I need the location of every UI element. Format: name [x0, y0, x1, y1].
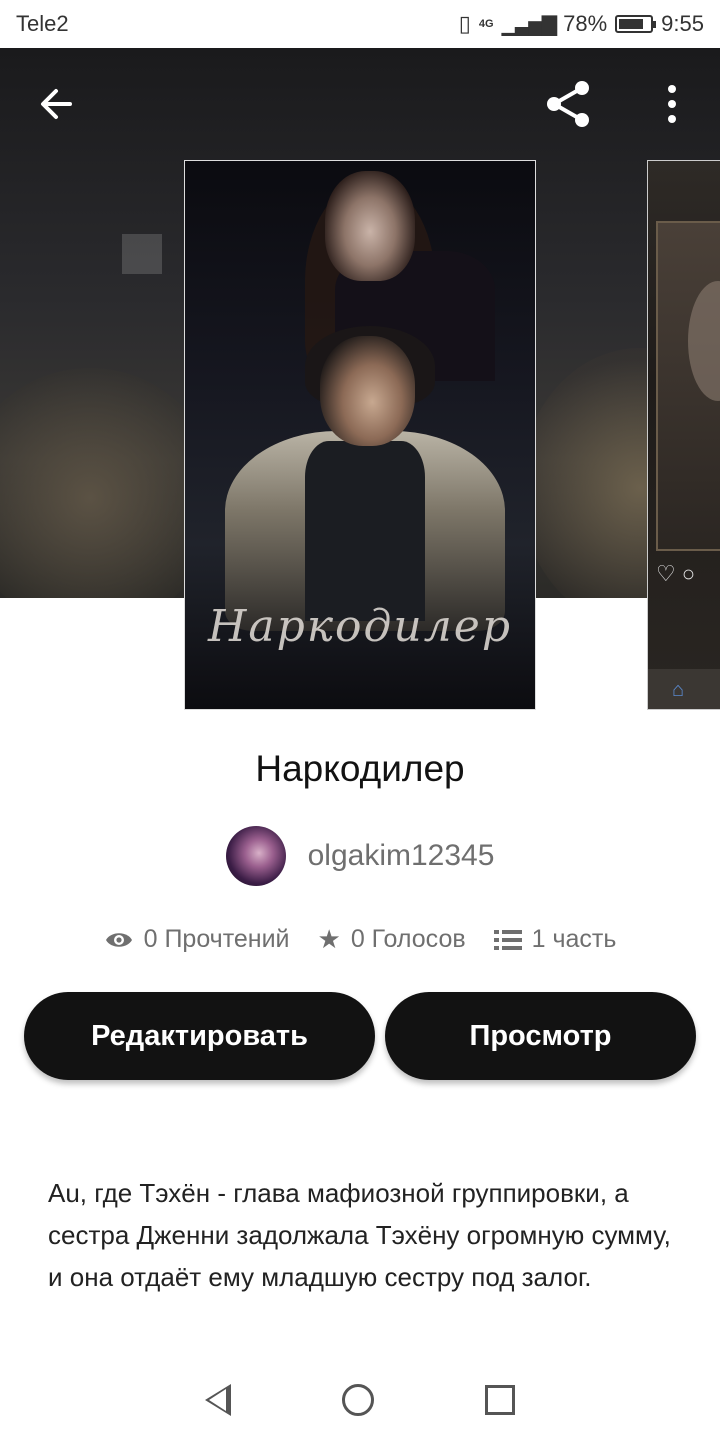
story-stats: 0 Прочтений ★ 0 Голосов 1 часть: [0, 924, 720, 955]
nav-recents-icon[interactable]: [484, 1385, 515, 1415]
battery-icon: [615, 15, 657, 33]
eye-icon: [105, 932, 132, 947]
cover-title-art: Наркодилер: [208, 601, 512, 652]
share-icon: [547, 81, 589, 127]
clock: 9:55: [661, 11, 704, 36]
view-button[interactable]: Просмотр: [385, 992, 696, 1080]
network-type: 4G: [478, 18, 494, 30]
parts-count: 1 часть: [531, 925, 617, 953]
votes-count: 0 Голосов: [350, 925, 466, 953]
status-bar: Tele2 ▯ 4G ▁▃▅▇ 78% 9:55: [0, 0, 720, 48]
cover-figure-vest: [305, 441, 425, 621]
reads-count: 0 Прочтений: [143, 925, 290, 953]
story-cover[interactable]: Наркодилер: [184, 160, 536, 710]
votes-stat: ★ 0 Голосов: [318, 924, 466, 955]
list-icon: [493, 929, 522, 950]
battery-percent: 78%: [563, 11, 608, 36]
home-icon: ⌂: [648, 669, 720, 709]
edit-button[interactable]: Редактировать: [24, 992, 375, 1080]
avatar[interactable]: [225, 826, 286, 886]
back-button[interactable]: [28, 72, 84, 136]
hero-blur-square: [122, 234, 162, 274]
status-icons: ▯ 4G ▁▃▅▇ 78% 9:55: [459, 11, 704, 37]
more-vertical-icon: [668, 85, 676, 123]
battery-fill: [619, 19, 643, 29]
share-button[interactable]: [540, 72, 596, 136]
carrier-label: Tele2: [16, 11, 69, 36]
star-icon: ★: [317, 924, 341, 954]
signal-icon: ▁▃▅▇: [501, 13, 558, 36]
more-options-button[interactable]: [644, 72, 700, 136]
system-nav-bar: [0, 1360, 720, 1440]
reads-stat: 0 Прочтений: [104, 924, 290, 955]
author-name[interactable]: olgakim12345: [308, 839, 495, 873]
parts-stat: 1 часть: [493, 924, 617, 955]
vibrate-icon: ▯: [458, 11, 471, 36]
story-description: Au, где Тэхён - глава мафиозной группиро…: [48, 1178, 671, 1292]
cover-figure-face: [325, 171, 415, 281]
next-story-cover[interactable]: ♡○ ⌂: [647, 160, 720, 710]
author-row[interactable]: olgakim12345: [0, 826, 720, 886]
nav-home-icon[interactable]: [341, 1384, 374, 1416]
nav-back-icon[interactable]: [205, 1384, 232, 1416]
cover-figure-face-front: [320, 336, 415, 446]
arrow-left-icon: [41, 89, 72, 119]
story-title: Наркодилер: [255, 748, 465, 789]
next-cover-icons: ♡○: [656, 561, 702, 586]
